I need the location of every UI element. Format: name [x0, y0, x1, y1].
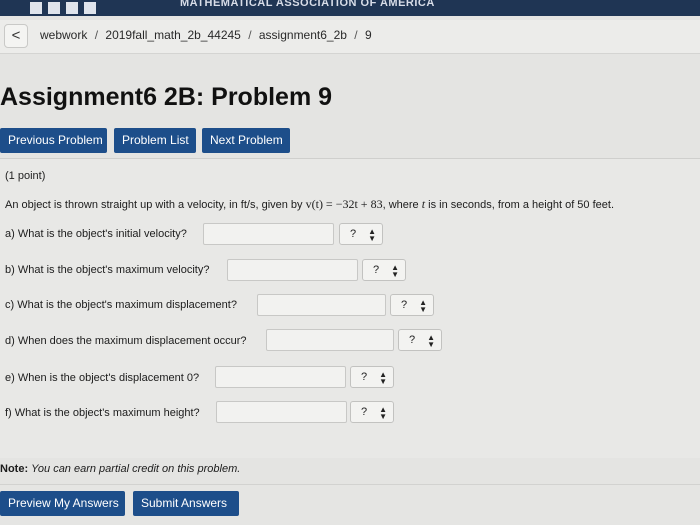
breadcrumb-separator: /: [94, 28, 99, 42]
next-problem-button[interactable]: Next Problem: [202, 128, 290, 153]
breadcrumb-separator: /: [354, 28, 358, 42]
select-arrows-icon: ▲ ▼: [379, 370, 387, 386]
select-arrows-icon: ▲ ▼: [391, 263, 399, 279]
question-a-label: a) What is the object's initial velocity…: [5, 228, 187, 240]
question-d-label: d) When does the maximum displacement oc…: [5, 335, 247, 347]
select-arrows-icon: ▲ ▼: [379, 405, 387, 421]
banner-text: MATHEMATICAL ASSOCIATION OF AMERICA: [180, 0, 435, 9]
page-title: Assignment6 2B: Problem 9: [0, 83, 333, 111]
breadcrumb: webwork / 2019fall_math_2b_44245 / assig…: [40, 28, 372, 42]
answer-c-input[interactable]: [257, 294, 386, 316]
breadcrumb-item-webwork[interactable]: webwork: [40, 28, 87, 42]
previous-problem-button[interactable]: Previous Problem: [0, 128, 107, 153]
preview-answers-button[interactable]: Preview My Answers: [0, 491, 125, 516]
help-a-select[interactable]: ? ▲ ▼: [339, 223, 383, 245]
question-f-label: f) What is the object's maximum height?: [5, 407, 200, 419]
answer-f-input[interactable]: [216, 401, 347, 423]
maa-logo-icon: [30, 1, 140, 14]
breadcrumb-item-problem: 9: [364, 28, 372, 42]
help-c-select[interactable]: ? ▲ ▼: [390, 294, 434, 316]
problem-points: (1 point): [5, 170, 46, 182]
velocity-equation: v(t) = −32t + 83: [305, 197, 383, 211]
top-banner: MATHEMATICAL ASSOCIATION OF AMERICA: [0, 0, 700, 16]
question-c-label: c) What is the object's maximum displace…: [5, 299, 237, 311]
help-f-value: ?: [361, 406, 368, 418]
back-button[interactable]: <: [4, 24, 28, 48]
submit-answers-button[interactable]: Submit Answers: [133, 491, 239, 516]
breadcrumb-item-assignment[interactable]: assignment6_2b: [259, 28, 347, 42]
help-d-select[interactable]: ? ▲ ▼: [398, 329, 442, 351]
help-e-value: ?: [361, 371, 368, 383]
statement-where: , where: [382, 199, 422, 211]
question-e-label: e) When is the object's displacement 0?: [5, 372, 200, 384]
help-f-select[interactable]: ? ▲ ▼: [350, 401, 394, 423]
partial-credit-note: Note: You can earn partial credit on thi…: [0, 463, 240, 475]
help-a-value: ?: [350, 228, 357, 240]
select-arrows-icon: ▲ ▼: [427, 333, 435, 349]
answer-d-input[interactable]: [266, 329, 394, 351]
statement-text: An object is thrown straight up with a v…: [5, 199, 306, 211]
select-arrows-icon: ▲ ▼: [368, 227, 376, 243]
help-e-select[interactable]: ? ▲ ▼: [350, 366, 394, 388]
question-b-label: b) What is the object's maximum velocity…: [5, 264, 210, 276]
breadcrumb-bar: < webwork / 2019fall_math_2b_44245 / ass…: [0, 20, 700, 54]
note-label: Note:: [0, 463, 29, 475]
statement-text-end: is in seconds, from a height of 50 feet.: [425, 199, 615, 211]
answer-b-input[interactable]: [227, 259, 358, 281]
help-c-value: ?: [401, 299, 408, 311]
help-b-select[interactable]: ? ▲ ▼: [362, 259, 406, 281]
help-b-value: ?: [373, 264, 380, 276]
problem-statement: An object is thrown straight up with a v…: [5, 197, 614, 212]
note-text: You can earn partial credit on this prob…: [31, 463, 241, 475]
breadcrumb-separator: /: [248, 28, 252, 42]
answer-e-input[interactable]: [215, 366, 346, 388]
breadcrumb-item-course[interactable]: 2019fall_math_2b_44245: [105, 28, 240, 42]
select-arrows-icon: ▲ ▼: [419, 298, 427, 314]
help-d-value: ?: [409, 334, 416, 346]
problem-list-button[interactable]: Problem List: [114, 128, 196, 153]
answer-a-input[interactable]: [203, 223, 334, 245]
